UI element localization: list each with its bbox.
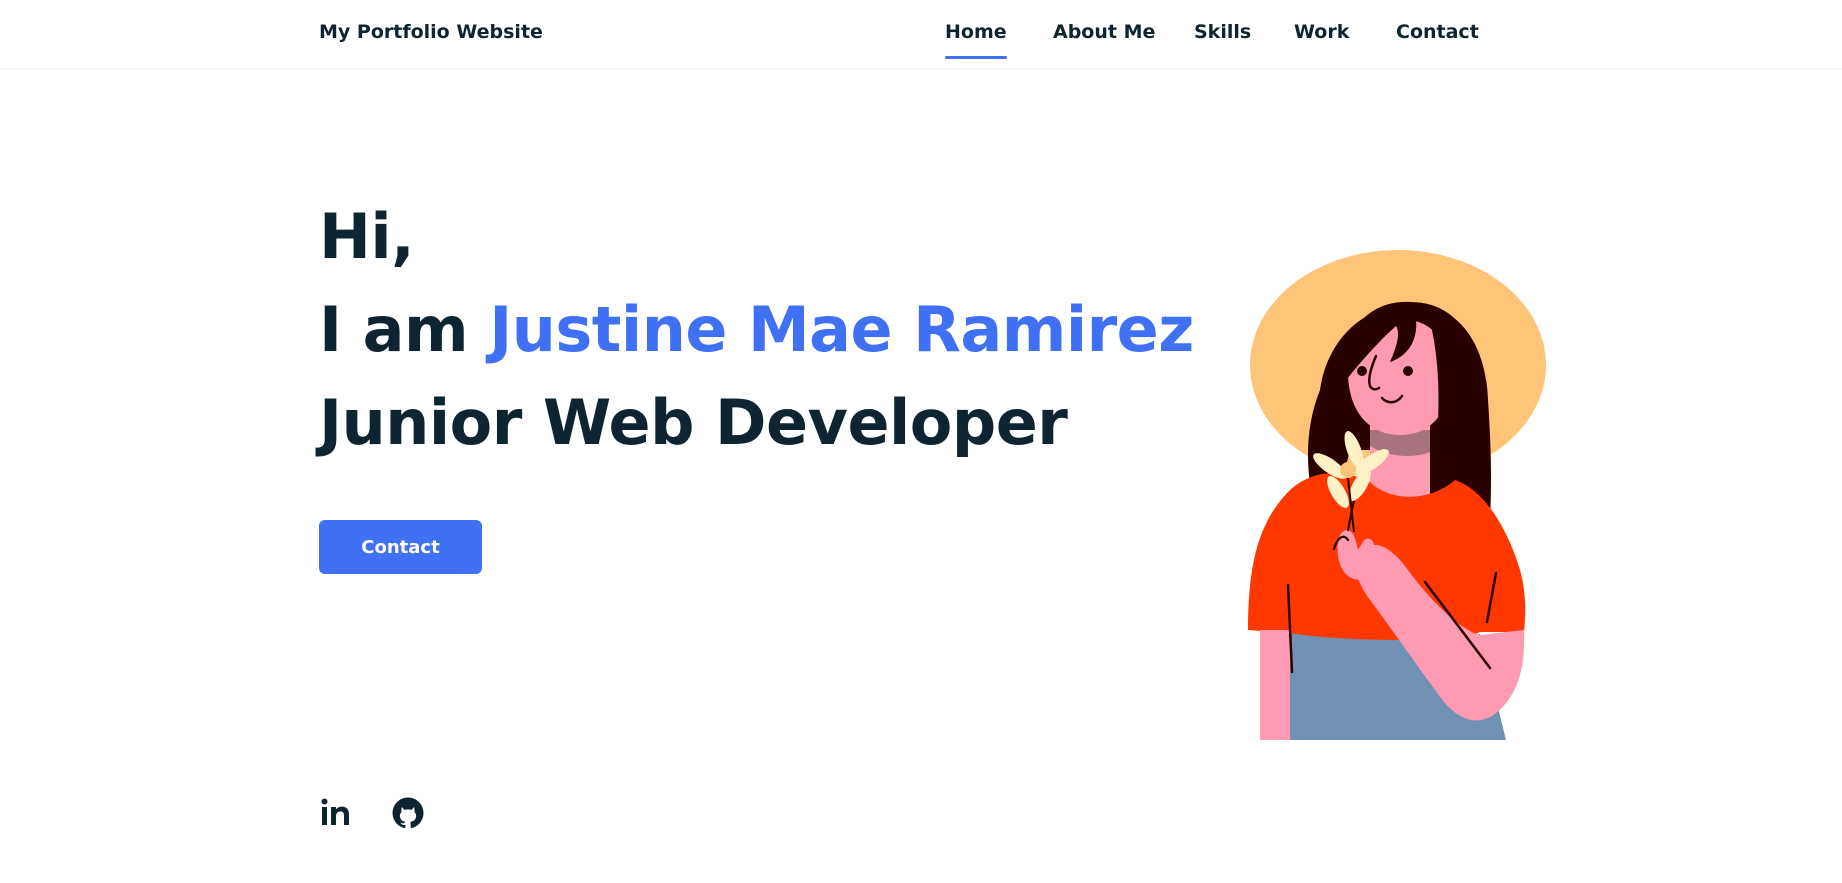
girl-with-flower-illustration xyxy=(1248,250,1546,740)
hero-intro: I am Justine Mae Ramirez xyxy=(319,293,1194,366)
linkedin-icon[interactable] xyxy=(319,796,353,830)
contact-button[interactable]: Contact xyxy=(319,520,482,574)
nav-skills[interactable]: Skills xyxy=(1194,21,1251,43)
hero-name: Justine Mae Ramirez xyxy=(489,293,1194,366)
hero-illustration xyxy=(1230,240,1570,754)
hero-role: Junior Web Developer xyxy=(319,386,1068,459)
github-icon[interactable] xyxy=(391,796,425,830)
site-header: My Portfolio Website Home About Me Skill… xyxy=(0,0,1842,69)
nav-contact[interactable]: Contact xyxy=(1396,21,1479,43)
nav-home[interactable]: Home xyxy=(945,21,1007,59)
main-nav: Home About Me Skills Work Contact xyxy=(0,21,1842,61)
hero-greeting: Hi, xyxy=(319,200,415,273)
hero-intro-prefix: I am xyxy=(319,293,490,366)
nav-work[interactable]: Work xyxy=(1294,21,1349,43)
nav-about-me[interactable]: About Me xyxy=(1053,21,1155,43)
